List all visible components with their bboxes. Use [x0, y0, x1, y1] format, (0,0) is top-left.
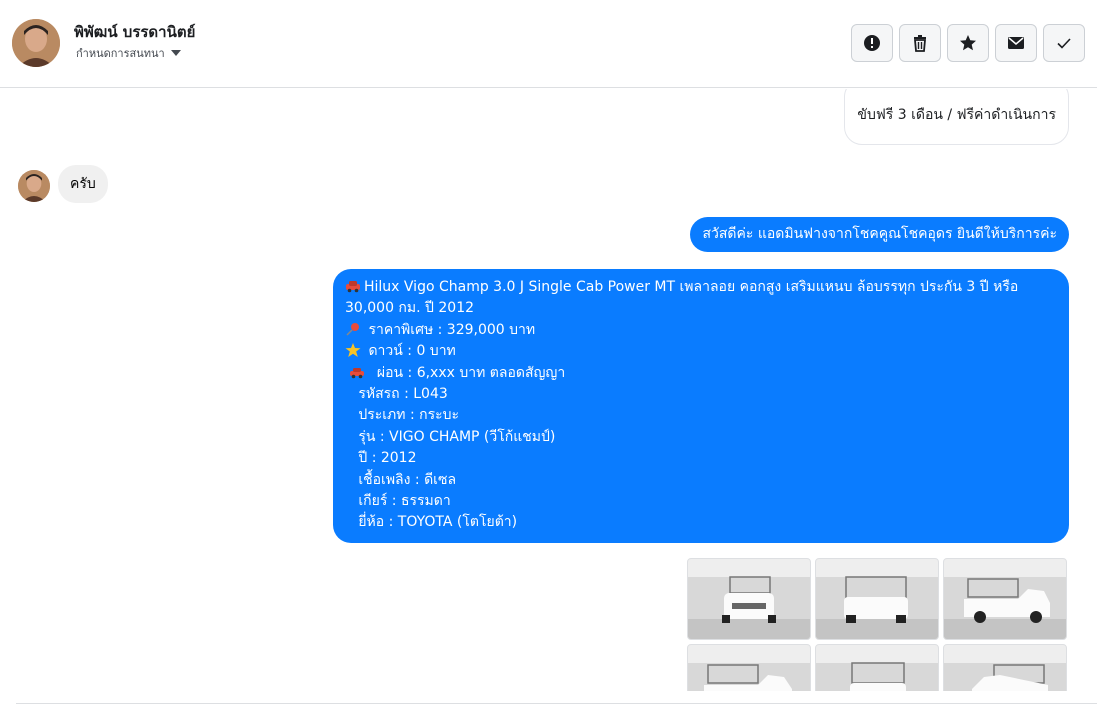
listing-title-line: Hilux Vigo Champ 3.0 J Single Cab Power … [345, 277, 1057, 298]
car-photo[interactable] [943, 644, 1067, 691]
contact-avatar[interactable] [12, 19, 60, 67]
listing-model: รุ่น : VIGO CHAMP (วีโก้แชมป์) [345, 428, 556, 445]
listing-price-line: ราคาพิเศษ : 329,000 บาท [345, 320, 1057, 341]
photo-grid [687, 558, 1067, 691]
delete-button[interactable] [899, 24, 941, 62]
listing-gear: เกียร์ : ธรรมดา [345, 493, 451, 510]
listing-code: รหัสรถ : L043 [345, 386, 448, 403]
report-icon [864, 35, 880, 51]
listing-brand: ยี่ห้อ : TOYOTA (โตโยต้า) [345, 514, 518, 531]
car-photo[interactable] [815, 558, 939, 640]
done-button[interactable] [1043, 24, 1085, 62]
car-icon [346, 281, 360, 293]
car-listing-message: Hilux Vigo Champ 3.0 J Single Cab Power … [333, 269, 1069, 543]
car-photo[interactable] [815, 644, 939, 691]
listing-title-line-2: 30,000 กม. ปี 2012 [345, 300, 475, 317]
star-emoji-icon [345, 343, 361, 358]
car-icon-2 [350, 367, 364, 378]
star-icon [960, 35, 976, 51]
contact-avatar-small [18, 170, 50, 202]
message-thread[interactable]: ขับฟรี 3 เดือน / ฟรีค่าดำเนินการ ครับ สว… [0, 89, 1097, 691]
mark-unread-button[interactable] [995, 24, 1037, 62]
greeting-message: สวัสดีค่ะ แอดมินฟางจากโชคคูณโชคอุดร ยินด… [690, 217, 1069, 253]
pushpin-icon [346, 322, 359, 336]
chevron-down-icon [170, 50, 181, 56]
conversation-header: พิพัฒน์ บรรดานิตย์ กำหนดการสนทนา [0, 0, 1097, 88]
mail-icon [1008, 37, 1024, 49]
incoming-message: ครับ [58, 165, 108, 203]
listing-type: ประเภท : กระบะ [345, 407, 460, 424]
car-photo[interactable] [687, 558, 811, 640]
listing-price: ราคาพิเศษ : 329,000 บาท [364, 321, 536, 338]
car-photo[interactable] [687, 644, 811, 691]
assign-conversation-dropdown[interactable]: กำหนดการสนทนา [76, 44, 181, 62]
listing-installment-line: ผ่อน : 6,xxx บาท ตลอดสัญญา [345, 363, 1057, 384]
listing-year: ปี : 2012 [345, 450, 417, 467]
trash-icon [914, 35, 926, 52]
report-button[interactable] [851, 24, 893, 62]
car-photo[interactable] [943, 558, 1067, 640]
listing-installment: ผ่อน : 6,xxx บาท ตลอดสัญญา [368, 364, 566, 381]
listing-down-line: ดาวน์ : 0 บาท [345, 341, 1057, 362]
listing-down: ดาวน์ : 0 บาท [364, 343, 456, 360]
listing-fuel: เชื้อเพลิง : ดีเซล [345, 471, 457, 488]
check-icon [1057, 38, 1071, 49]
assign-label: กำหนดการสนทนา [76, 47, 165, 60]
star-button[interactable] [947, 24, 989, 62]
outgoing-message: ขับฟรี 3 เดือน / ฟรีค่าดำเนินการ [844, 89, 1069, 145]
listing-title: Hilux Vigo Champ 3.0 J Single Cab Power … [364, 279, 1019, 295]
contact-name[interactable]: พิพัฒน์ บรรดานิตย์ [74, 20, 195, 44]
action-toolbar [851, 24, 1085, 62]
